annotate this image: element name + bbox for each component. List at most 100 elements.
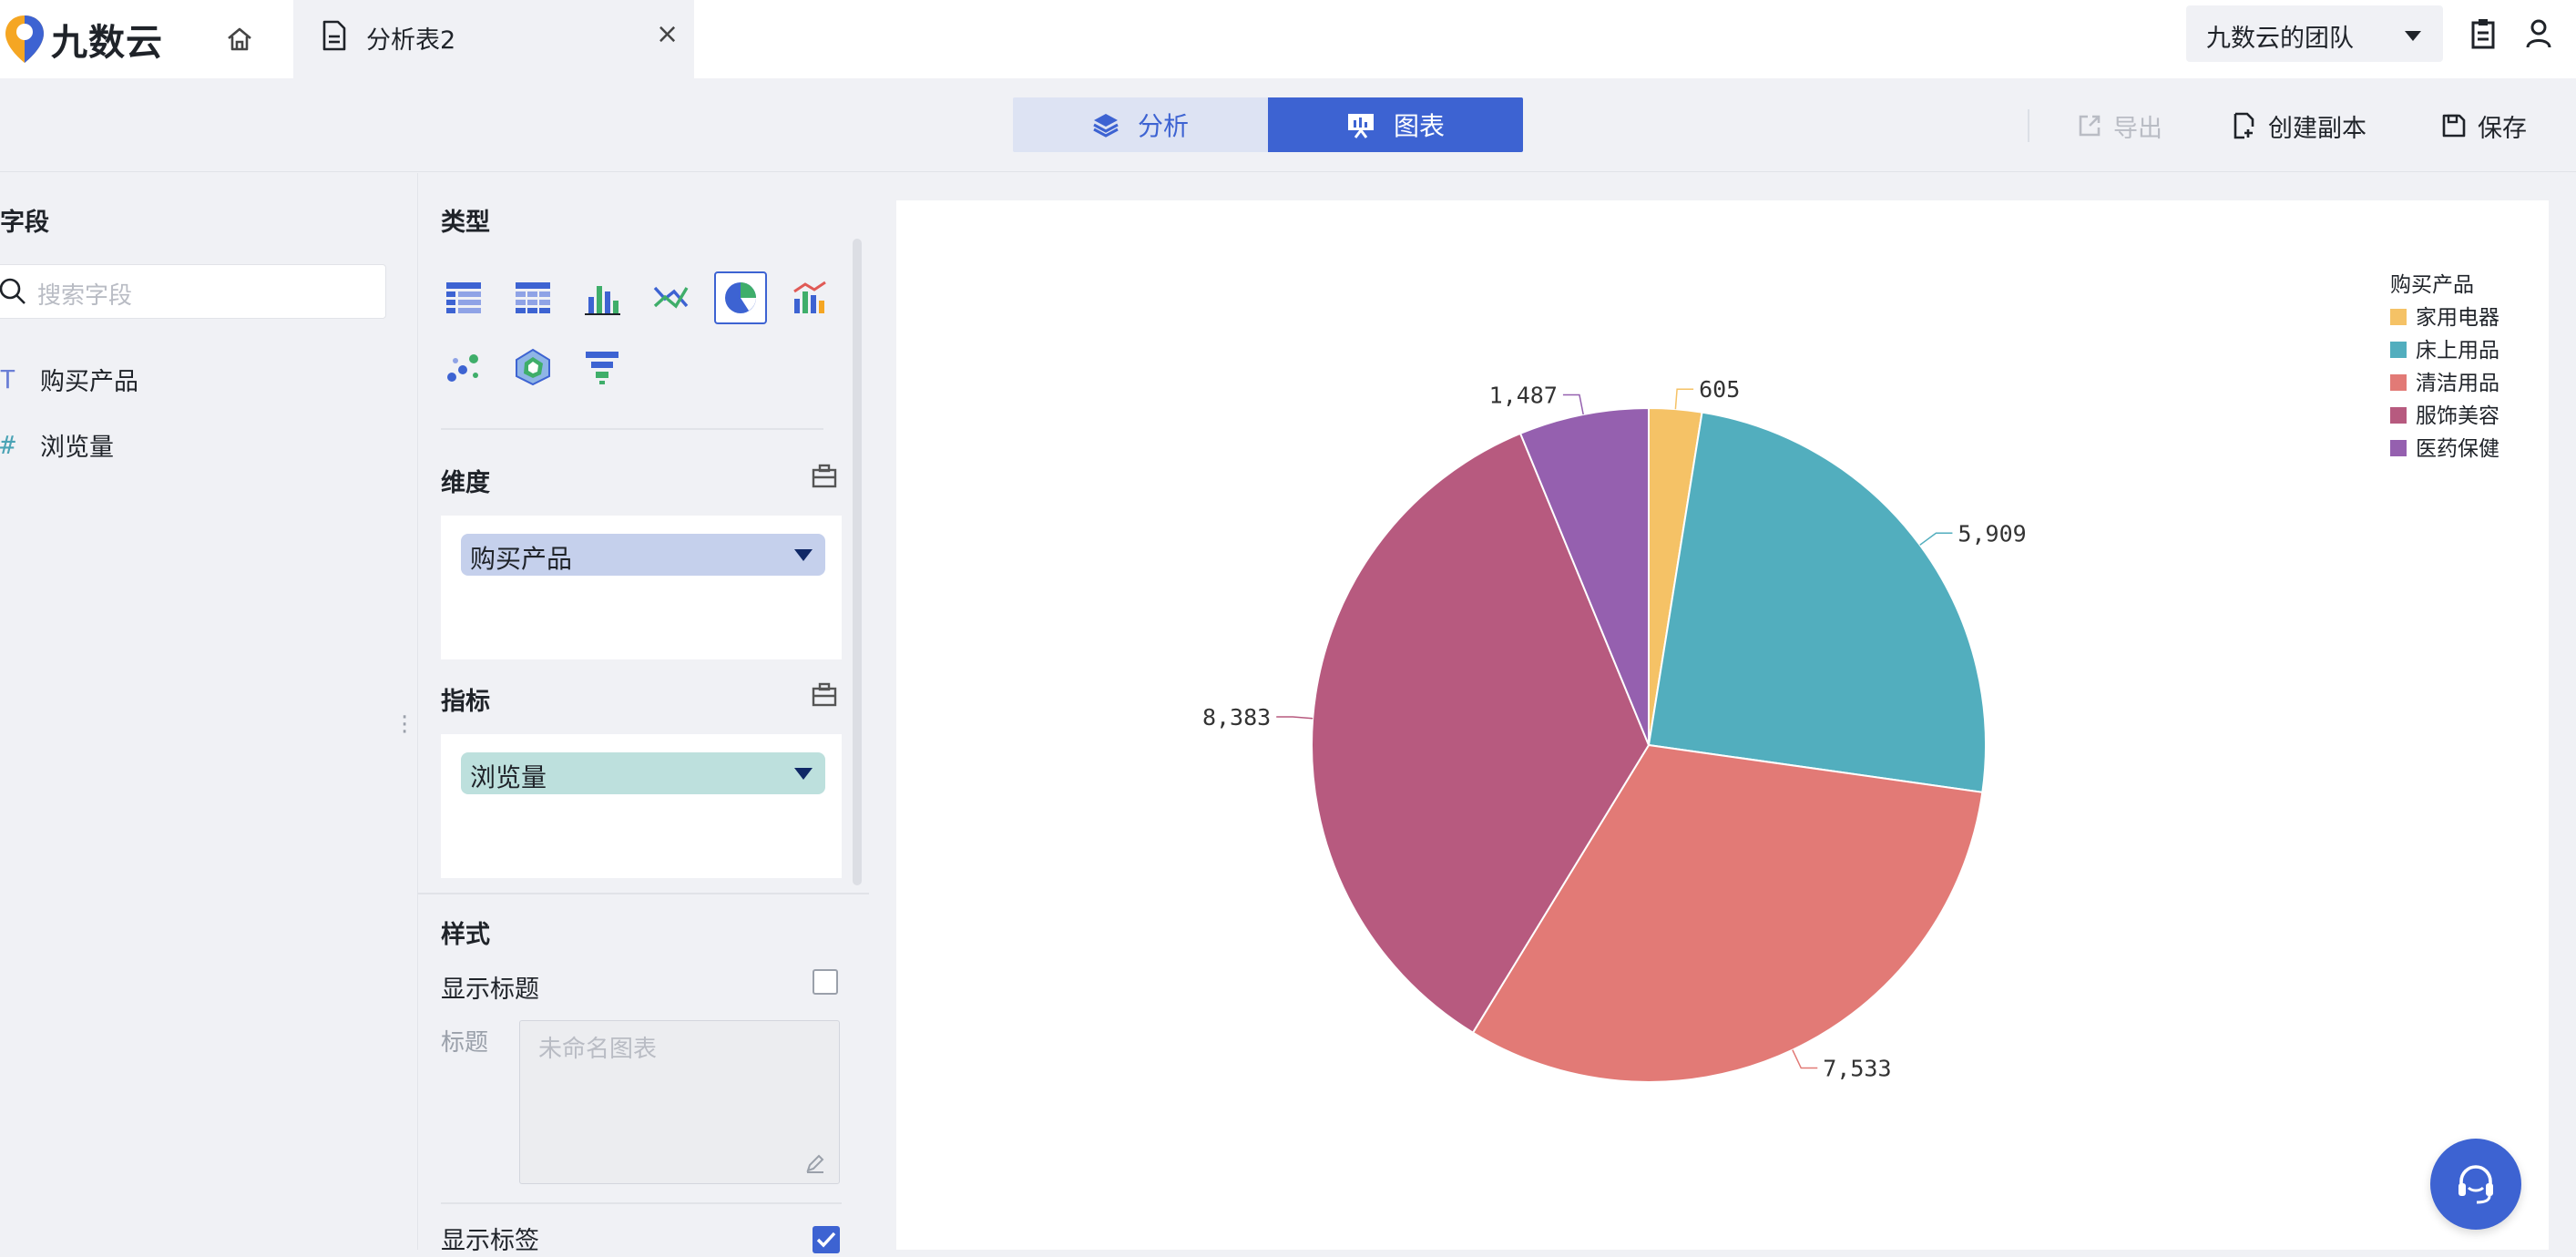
field-panel-title: 字段 (0, 209, 49, 237)
title-label: 标题 (441, 1029, 489, 1057)
show-title-label: 显示标题 (441, 976, 539, 1004)
data-label: 7,533 (1823, 1056, 1891, 1082)
tab-chart-label: 图表 (1393, 111, 1445, 141)
legend-item[interactable]: 服饰美容 (2416, 404, 2499, 428)
chart-type-title: 类型 (441, 209, 490, 237)
dimension-pill-label: 购买产品 (470, 544, 573, 574)
legend-swatch[interactable] (2390, 440, 2407, 456)
data-label: 605 (1699, 376, 1740, 403)
brand-pin-icon (5, 15, 44, 63)
divider (441, 428, 823, 430)
legend-swatch[interactable] (2390, 342, 2407, 358)
legend-item[interactable]: 家用电器 (2416, 306, 2499, 330)
presentation-chart-icon (1347, 114, 1374, 138)
search-field-input[interactable]: 搜索字段 (0, 264, 386, 319)
tab-chart[interactable]: 图表 (1268, 97, 1523, 152)
support-chat-button[interactable] (2430, 1139, 2521, 1230)
pie-chart-icon[interactable] (714, 271, 767, 324)
save-icon (2442, 114, 2466, 138)
brand-name: 九数云 (51, 22, 163, 64)
data-label: 5,909 (1958, 520, 2026, 547)
legend-swatch[interactable] (2390, 309, 2407, 325)
legend-item[interactable]: 医药保健 (2416, 437, 2499, 461)
metric-title: 指标 (441, 688, 490, 716)
chevron-down-icon[interactable] (794, 768, 813, 780)
divider (417, 893, 869, 894)
search-icon (0, 278, 26, 304)
chevron-down-icon[interactable] (794, 549, 813, 561)
pie-chart: 605 5,909 7,533 8,383 1,487 购买产品家用电器床上用品清洁用品服… (1202, 273, 2499, 1083)
field-item-product[interactable]: T 购买产品 (0, 359, 138, 399)
create-copy-label: 创建副本 (2268, 114, 2366, 143)
save-label: 保存 (2478, 114, 2527, 143)
user-button[interactable] (2525, 18, 2558, 55)
chart-title-placeholder: 未命名图表 (538, 1036, 658, 1063)
metric-pill[interactable]: 浏览量 (461, 752, 825, 794)
field-item-label: 购买产品 (40, 367, 138, 396)
divider (441, 1202, 842, 1204)
tab-analysis-label: 分析 (1137, 111, 1189, 141)
data-label: 1,487 (1489, 382, 1558, 408)
style-title: 样式 (441, 921, 490, 949)
data-label-leader (1562, 393, 1584, 415)
user-icon (2526, 19, 2551, 48)
tab-analysis-sheet[interactable]: 分析表2 × (293, 0, 694, 78)
data-label-leader (1919, 532, 1953, 546)
metric-settings-icon[interactable] (811, 681, 838, 712)
legend-item[interactable]: 清洁用品 (2416, 372, 2499, 395)
home-icon (228, 27, 251, 51)
legend-item[interactable]: 床上用品 (2416, 339, 2499, 363)
text-type-icon: T (0, 363, 15, 394)
field-item-label: 浏览量 (40, 433, 114, 462)
data-label: 8,383 (1202, 704, 1271, 731)
clipboard-icon (2471, 19, 2495, 49)
data-label-leader (1276, 716, 1314, 720)
show-label-label: 显示标签 (441, 1227, 539, 1255)
save-button[interactable]: 保存 (2441, 106, 2527, 146)
radar-chart-icon[interactable] (506, 341, 559, 393)
edit-pen-icon (806, 1154, 824, 1173)
legend-swatch[interactable] (2390, 407, 2407, 424)
chevron-down-icon (2405, 31, 2421, 41)
funnel-chart-icon[interactable] (576, 341, 629, 393)
panel-resize-handle[interactable]: · · · (401, 706, 408, 744)
legend-title: 购买产品 (2390, 273, 2474, 297)
team-select[interactable]: 九数云的团队 (2186, 5, 2443, 62)
table-icon[interactable] (437, 271, 490, 324)
layers-icon (1093, 114, 1119, 138)
config-scrollbar[interactable] (853, 239, 862, 885)
number-type-icon: # (0, 429, 15, 460)
cross-table-icon[interactable] (506, 271, 559, 324)
export-button[interactable]: 导出 (2077, 106, 2162, 146)
toolbar-divider (2028, 109, 2029, 142)
pie-slice[interactable] (1647, 411, 1987, 793)
field-item-views[interactable]: # 浏览量 (0, 424, 114, 465)
document-icon (322, 20, 346, 51)
data-label-leader (1792, 1049, 1818, 1069)
chart-title-input[interactable]: 未命名图表 (519, 1020, 840, 1184)
create-copy-button[interactable]: 创建副本 (2232, 106, 2366, 146)
scatter-chart-icon[interactable] (437, 341, 490, 393)
bar-chart-icon[interactable] (576, 271, 629, 324)
dimension-title: 维度 (441, 469, 490, 497)
brand-logo[interactable]: 九数云 (2, 7, 184, 71)
export-label: 导出 (2113, 114, 2162, 143)
metric-pill-label: 浏览量 (470, 762, 547, 792)
search-placeholder: 搜索字段 (37, 282, 133, 310)
combo-chart-icon[interactable] (783, 271, 836, 324)
dimension-settings-icon[interactable] (811, 463, 838, 494)
line-chart-icon[interactable] (645, 271, 698, 324)
tab-analysis[interactable]: 分析 (1013, 97, 1268, 152)
team-select-label: 九数云的团队 (2206, 25, 2354, 53)
home-button[interactable] (219, 18, 261, 60)
headset-support-icon (2458, 1165, 2493, 1204)
clipboard-button[interactable] (2470, 18, 2503, 55)
tab-close-icon[interactable]: × (656, 18, 679, 50)
legend-swatch[interactable] (2390, 374, 2407, 391)
dimension-pill[interactable]: 购买产品 (461, 534, 825, 576)
show-title-checkbox[interactable] (813, 969, 838, 995)
field-panel (0, 173, 415, 1250)
tab-label: 分析表2 (366, 26, 456, 55)
export-icon (2079, 115, 2101, 137)
copy-doc-icon (2234, 112, 2254, 139)
